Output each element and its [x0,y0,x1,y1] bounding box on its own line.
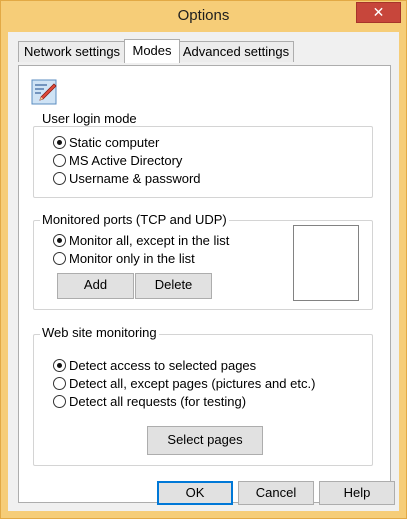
pen-document-icon [31,79,57,105]
dialog-client-area: Network settings Modes Advanced settings… [8,32,399,511]
radio-indicator[interactable] [53,234,66,247]
tab-network-settings[interactable]: Network settings [18,41,126,62]
radio-detect-all-requests[interactable]: Detect all requests (for testing) [53,394,246,410]
options-window: Options ✕ Network settings Modes Advance… [0,0,407,519]
web-monitoring-title: Web site monitoring [40,325,159,340]
delete-port-button[interactable]: Delete [135,273,212,299]
tab-label: Network settings [23,44,121,59]
radio-indicator[interactable] [53,359,66,372]
tab-label: Advanced settings [182,44,290,59]
close-icon: ✕ [372,4,385,20]
radio-monitor-only-list[interactable]: Monitor only in the list [53,251,195,267]
radio-indicator[interactable] [53,395,66,408]
help-button[interactable]: Help [319,481,395,505]
radio-label: Detect access to selected pages [69,358,257,373]
radio-indicator[interactable] [53,172,66,185]
radio-detect-selected-pages[interactable]: Detect access to selected pages [53,358,256,374]
ports-title: Monitored ports (TCP and UDP) [40,212,229,227]
login-mode-title: User login mode [40,111,139,126]
cancel-button[interactable]: Cancel [238,481,314,505]
radio-indicator[interactable] [53,252,66,265]
tab-advanced-settings[interactable]: Advanced settings [178,41,294,62]
select-pages-button[interactable]: Select pages [147,426,263,455]
add-port-button[interactable]: Add [57,273,134,299]
radio-detect-all-except-pages[interactable]: Detect all, except pages (pictures and e… [53,376,315,392]
radio-ms-active-directory[interactable]: MS Active Directory [53,153,182,169]
radio-monitor-all-except[interactable]: Monitor all, except in the list [53,233,229,249]
ports-listbox[interactable] [293,225,359,301]
radio-label: Detect all, except pages (pictures and e… [69,376,316,391]
window-title: Options [177,7,230,24]
radio-label: Static computer [69,135,160,150]
radio-username-password[interactable]: Username & password [53,171,201,187]
close-button[interactable]: ✕ [356,2,401,23]
radio-label: Monitor all, except in the list [69,233,230,248]
tab-label: Modes [132,43,172,58]
radio-label: Detect all requests (for testing) [69,394,247,409]
tab-modes[interactable]: Modes [124,39,180,63]
radio-static-computer[interactable]: Static computer [53,135,159,151]
ok-button[interactable]: OK [157,481,233,505]
radio-indicator[interactable] [53,136,66,149]
radio-label: Monitor only in the list [69,251,195,266]
title-bar[interactable]: Options ✕ [1,1,406,32]
radio-label: Username & password [69,171,201,186]
radio-label: MS Active Directory [69,153,183,168]
radio-indicator[interactable] [53,154,66,167]
radio-indicator[interactable] [53,377,66,390]
